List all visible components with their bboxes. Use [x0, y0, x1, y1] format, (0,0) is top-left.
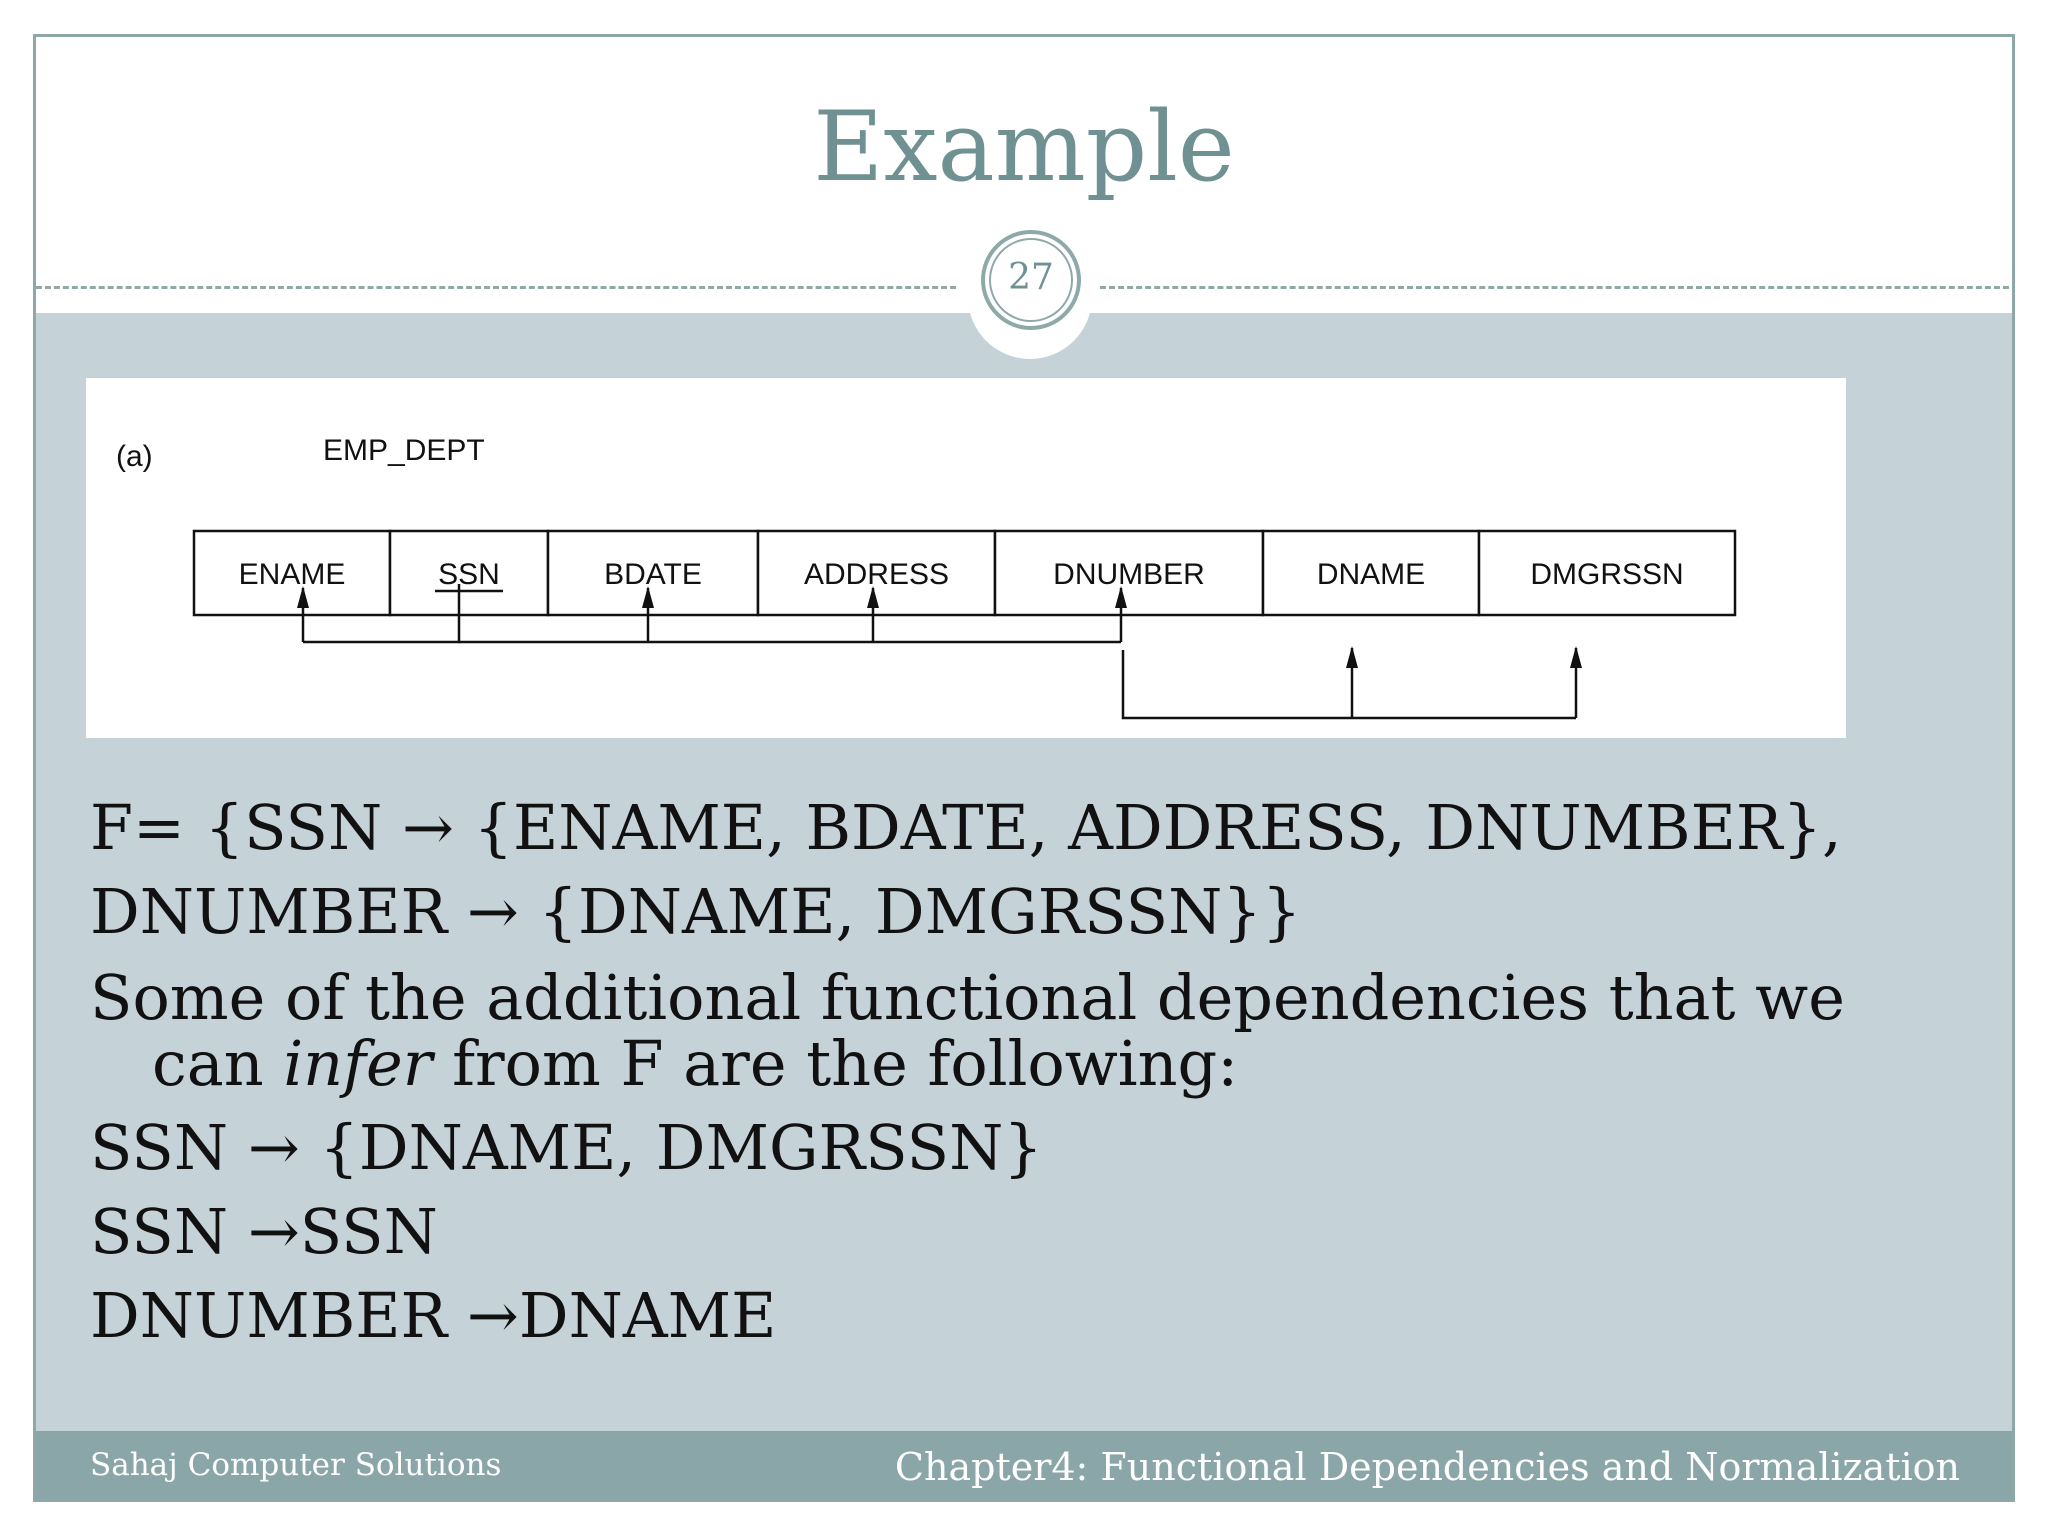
- relation-name: EMP_DEPT: [323, 434, 485, 467]
- dnumber-fd-line: [1121, 650, 1576, 720]
- attribute-label-dname: DNAME: [1317, 558, 1425, 591]
- divider-left: [36, 286, 956, 289]
- footer-chapter: Chapter4: Functional Dependencies and No…: [894, 1445, 1960, 1489]
- slide-footer: Sahaj Computer Solutions Chapter4: Funct…: [36, 1431, 2012, 1499]
- infer-emphasis: infer: [283, 1027, 433, 1100]
- attribute-label-ename: ENAME: [239, 558, 346, 591]
- content-panel: (a) EMP_DEPT ENAME SSN BDATE ADDRESS DNUMBER…: [36, 313, 2012, 1433]
- attribute-label-address: ADDRESS: [804, 558, 949, 591]
- slide-body-text: F= {SSN → {ENAME, BDATE, ADDRESS, DNUMBE…: [90, 797, 1960, 1369]
- fd-set-line-1: F= {SSN → {ENAME, BDATE, ADDRESS, DNUMBE…: [90, 791, 1842, 864]
- figure-label: (a): [116, 440, 153, 473]
- slide: Example (a) EMP_DEPT ENAME SSN BDATE ADDRES…: [33, 34, 2015, 1502]
- inference-intro-line-1: Some of the additional functional depend…: [90, 961, 1845, 1034]
- attribute-label-bdate: BDATE: [604, 558, 702, 591]
- attribute-label-dnumber: DNUMBER: [1053, 558, 1205, 591]
- attribute-label-ssn: SSN: [438, 558, 500, 591]
- fd-set-line-2: DNUMBER → {DNAME, DMGRSSN}}: [90, 875, 1302, 948]
- inference-intro-line-2: can infer from F are the following:: [90, 1031, 1960, 1097]
- slide-title: Example: [813, 91, 1235, 203]
- divider-right: [1100, 286, 2012, 289]
- inferred-fd-1: SSN → {DNAME, DMGRSSN}: [90, 1111, 1043, 1184]
- emp-dept-diagram: (a) EMP_DEPT ENAME SSN BDATE ADDRESS DNUMBER…: [86, 378, 1846, 738]
- footer-company: Sahaj Computer Solutions: [90, 1447, 502, 1483]
- attribute-label-dmgrssn: DMGRSSN: [1530, 558, 1683, 591]
- inferred-fd-3: DNUMBER →DNAME: [90, 1279, 777, 1352]
- inferred-fd-2: SSN →SSN: [90, 1195, 438, 1268]
- attribute-cells: ENAME SSN BDATE ADDRESS DNUMBER DNAME DMGRSSN: [192, 529, 1737, 617]
- intro-post: from F are the following:: [432, 1027, 1239, 1100]
- intro-pre: can: [152, 1027, 284, 1100]
- emp-dept-svg: (a) EMP_DEPT ENAME SSN BDATE ADDRESS DNUMBER…: [116, 434, 1737, 720]
- page-number: 27: [1008, 257, 1054, 298]
